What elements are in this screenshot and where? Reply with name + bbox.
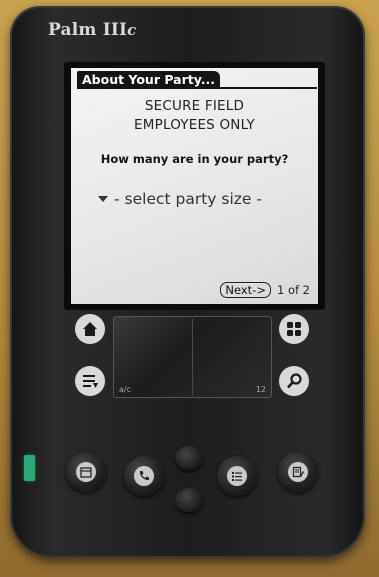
scroll-down-button[interactable] (175, 488, 203, 512)
graffiti-divider (192, 319, 193, 395)
party-size-select-label: - select party size - (114, 190, 262, 208)
brand-suffix: c (127, 21, 137, 39)
brand-name: Palm III (48, 20, 128, 40)
notice-line-2: EMPLOYEES ONLY (134, 117, 255, 133)
graffiti-numeric-label: 12 (255, 385, 266, 394)
date-book-icon (76, 462, 96, 482)
form-title: About Your Party... (77, 71, 220, 88)
title-underline (77, 87, 317, 89)
power-indicator[interactable] (24, 455, 35, 481)
home-icon[interactable] (75, 314, 105, 344)
brand-logo: Palm IIIc (48, 20, 137, 40)
find-icon[interactable] (279, 366, 309, 396)
lcd-screen: About Your Party... SECURE FIELD EMPLOYE… (71, 68, 318, 304)
notice-line-1: SECURE FIELD (144, 98, 245, 114)
graffiti-area[interactable]: a/c 12 (113, 316, 272, 398)
memo-pad-icon (288, 462, 308, 482)
party-question: How many are in your party? (100, 152, 289, 166)
graffiti-alpha-label: a/c (119, 385, 131, 394)
page-indicator: 1 of 2 (276, 283, 310, 297)
address-book-button[interactable] (124, 456, 164, 496)
next-button[interactable]: Next-> (220, 282, 271, 298)
menu-icon[interactable] (75, 366, 105, 396)
form-footer: Next-> 1 of 2 (220, 282, 310, 298)
party-size-select[interactable]: - select party size - (98, 190, 262, 208)
dropdown-arrow-icon (98, 196, 108, 202)
scroll-up-button[interactable] (175, 446, 203, 470)
date-book-button[interactable] (66, 452, 106, 492)
calculator-icon[interactable] (279, 314, 309, 344)
todo-list-button[interactable] (217, 456, 257, 496)
memo-pad-button[interactable] (278, 452, 318, 492)
todo-list-icon (227, 466, 247, 486)
phone-icon (134, 466, 154, 486)
